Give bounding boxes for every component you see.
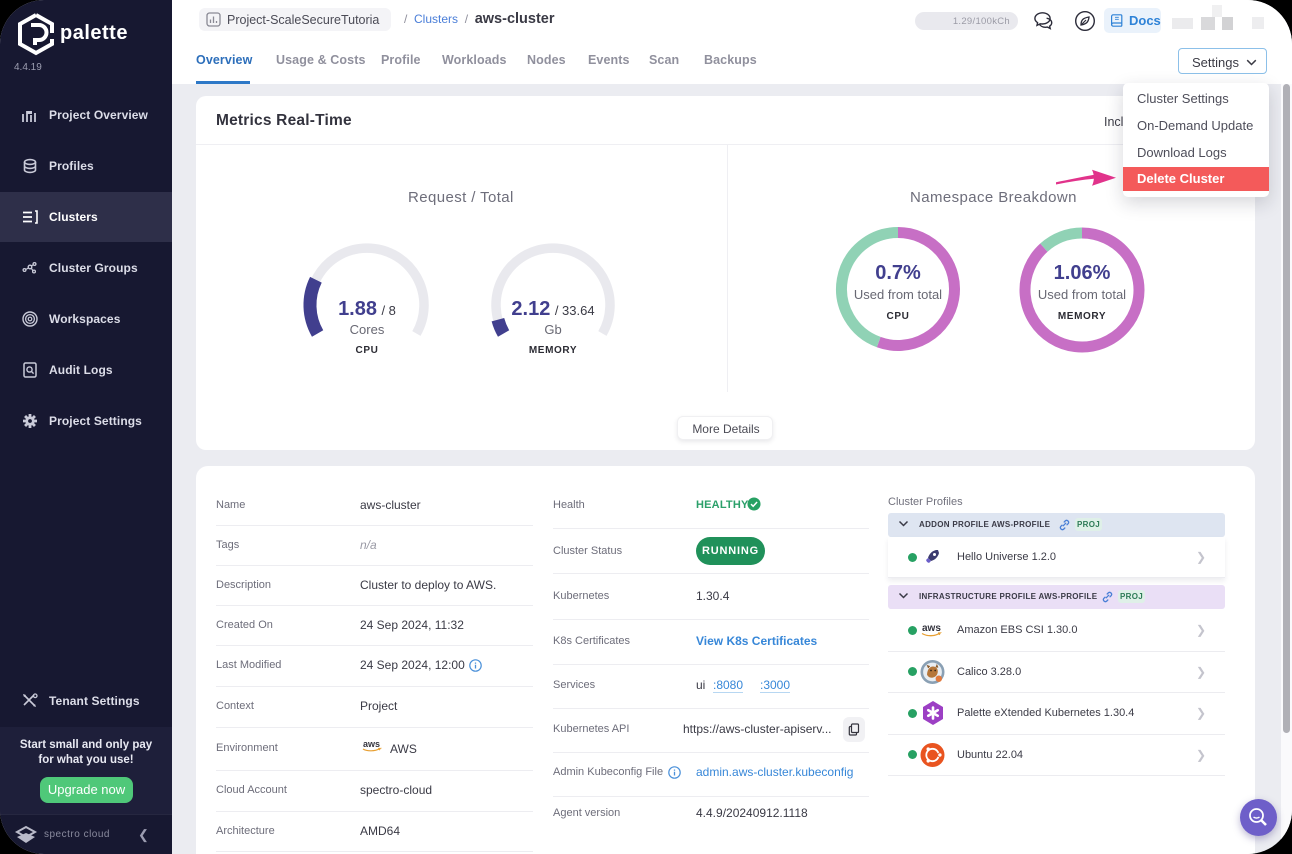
svg-text:aws: aws: [922, 623, 941, 634]
svg-text:aws: aws: [363, 739, 380, 749]
